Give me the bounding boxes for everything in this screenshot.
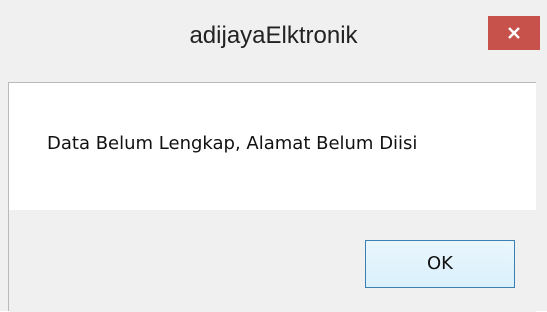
window-frame-right — [536, 82, 547, 311]
dialog-client-area: Data Belum Lengkap, Alamat Belum Diisi O… — [8, 82, 536, 312]
close-button[interactable] — [488, 16, 540, 50]
title-bar[interactable]: adijayaElktronik — [0, 0, 547, 82]
message-area: Data Belum Lengkap, Alamat Belum Diisi — [9, 83, 536, 210]
message-text: Data Belum Lengkap, Alamat Belum Diisi — [47, 133, 418, 154]
message-dialog: adijayaElktronik Data Belum Lengkap, Ala… — [0, 0, 547, 312]
button-area: OK — [9, 210, 536, 312]
close-icon — [507, 26, 521, 40]
window-frame-left — [0, 82, 8, 311]
ok-button[interactable]: OK — [365, 240, 515, 288]
window-title: adijayaElktronik — [189, 22, 358, 49]
